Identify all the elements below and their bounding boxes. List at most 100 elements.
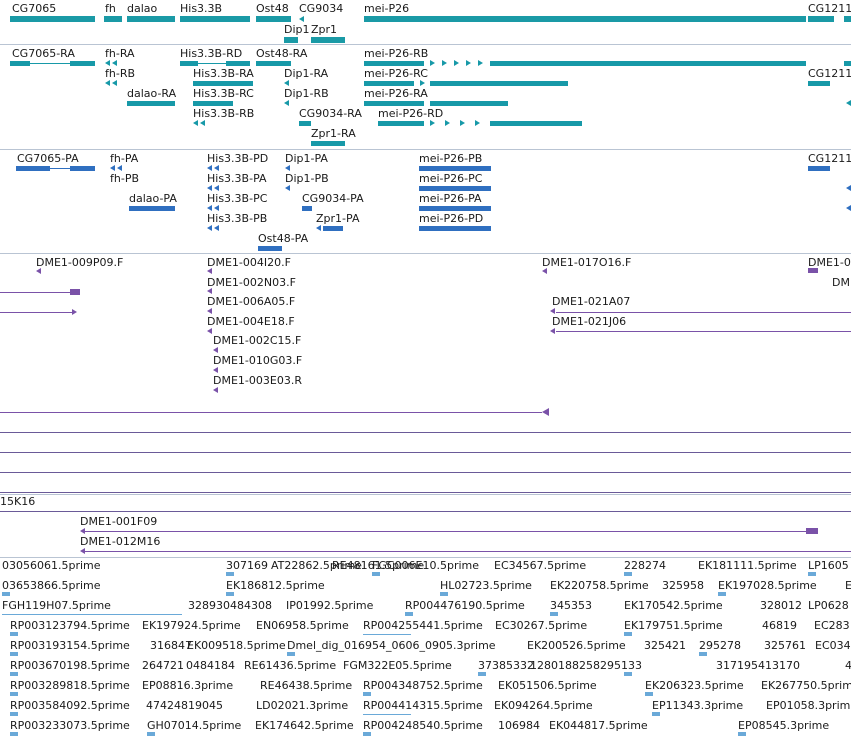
exon[interactable] <box>430 101 508 106</box>
clone-span[interactable] <box>0 312 72 313</box>
exon[interactable] <box>193 101 233 106</box>
est-label[interactable]: 328012 <box>760 599 802 612</box>
clone-label[interactable]: DME1-002C15.F <box>213 334 301 347</box>
est-feature[interactable] <box>652 712 660 716</box>
protein-feature[interactable] <box>214 225 219 231</box>
est-label[interactable]: EC34567.5prime <box>494 559 586 572</box>
est-label[interactable]: RP004476190.5prime <box>405 599 525 612</box>
protein-feature[interactable] <box>419 226 491 231</box>
clone-end[interactable] <box>550 328 555 334</box>
protein-label[interactable]: His3.3B-PA <box>207 172 267 185</box>
est-label[interactable]: EK044817.5prime <box>549 719 648 732</box>
est-label[interactable]: 325421 <box>644 639 686 652</box>
est-label[interactable]: EK267750.5prime <box>761 679 851 692</box>
protein-label[interactable]: fh-PA <box>110 152 138 165</box>
protein-feature[interactable] <box>207 225 212 231</box>
exon[interactable] <box>105 60 110 66</box>
protein-label[interactable]: dalao-PA <box>129 192 177 205</box>
clone-span[interactable] <box>0 292 72 293</box>
bac-span[interactable] <box>0 432 851 433</box>
est-label[interactable]: 264721 <box>142 659 184 672</box>
est-feature[interactable] <box>624 572 632 576</box>
gene-label[interactable]: Zpr1 <box>311 23 337 36</box>
est-label[interactable]: FGM322E05.5prime <box>343 659 452 672</box>
clone-end[interactable] <box>542 268 547 274</box>
protein-label[interactable]: CG7065-PA <box>17 152 79 165</box>
est-label[interactable]: 03653866.5prime <box>2 579 101 592</box>
est-label[interactable]: 228274 <box>624 559 666 572</box>
exon[interactable] <box>10 61 30 66</box>
clone-label[interactable]: DME1-002N03.F <box>207 276 296 289</box>
est-label[interactable]: GH07014.5prime <box>147 719 241 732</box>
gene-feature[interactable] <box>844 16 851 22</box>
clone-end[interactable] <box>213 347 218 353</box>
exon[interactable] <box>846 100 851 106</box>
est-label[interactable]: RP004248540.5prime <box>363 719 483 732</box>
clone-end[interactable] <box>550 308 555 314</box>
est-label[interactable]: 345353 <box>550 599 592 612</box>
exon[interactable] <box>364 101 424 106</box>
transcript-label[interactable]: mei-P26-RA <box>364 87 428 100</box>
transcript-label[interactable]: Dip1-RA <box>284 67 328 80</box>
protein-label[interactable]: mei-P26-PA <box>419 192 482 205</box>
exon[interactable] <box>430 81 568 86</box>
est-label[interactable]: EK094264.5prime <box>494 699 593 712</box>
est-label[interactable]: EK220758.5prime <box>550 579 649 592</box>
clone-end[interactable] <box>70 289 80 295</box>
est-feature[interactable] <box>10 732 18 736</box>
bac-span[interactable] <box>85 551 851 552</box>
est-label[interactable]: EK197028.5prime <box>718 579 817 592</box>
protein-label[interactable]: CG9034-PA <box>302 192 364 205</box>
protein-label[interactable]: Dip1-PA <box>285 152 328 165</box>
clone-label[interactable]: DME1-004E18.F <box>207 315 295 328</box>
est-feature[interactable] <box>550 612 558 616</box>
transcript-label[interactable]: mei-P26-RD <box>378 107 443 120</box>
est-label[interactable]: EN06958.5prime <box>256 619 349 632</box>
est-label[interactable]: EC30267.5prime <box>495 619 587 632</box>
est-label[interactable]: Dmel_dig_016954_0606_0905.3prime <box>287 639 496 652</box>
clone-label[interactable]: DME1-017O16.F <box>542 256 631 269</box>
exon[interactable] <box>105 80 110 86</box>
protein-feature[interactable] <box>419 206 491 211</box>
est-label[interactable]: EP11343.3prime <box>652 699 743 712</box>
est-label[interactable]: 106984 <box>498 719 540 732</box>
est-label[interactable]: 307169 <box>226 559 268 572</box>
est-label[interactable]: RP004348752.5prime <box>363 679 483 692</box>
est-label[interactable]: LP1605 <box>808 559 849 572</box>
est-label[interactable]: EK197924.5prime <box>142 619 241 632</box>
protein-feature[interactable] <box>214 185 219 191</box>
intron[interactable] <box>198 63 226 64</box>
est-label[interactable]: RP003233073.5prime <box>10 719 130 732</box>
est-feature[interactable] <box>624 632 632 636</box>
protein-label[interactable]: mei-P26-PC <box>419 172 482 185</box>
est-feature[interactable] <box>287 652 295 656</box>
est-label[interactable]: RE46438.5prime <box>260 679 352 692</box>
protein-feature[interactable] <box>207 205 212 211</box>
est-label[interactable]: IP01992.5prime <box>286 599 373 612</box>
protein-feature[interactable] <box>846 205 851 211</box>
est-feature[interactable] <box>2 592 10 596</box>
est-label[interactable]: 46819 <box>762 619 797 632</box>
est-label[interactable]: RE61436.5prime <box>244 659 336 672</box>
est-feature[interactable] <box>478 672 486 676</box>
transcript-label[interactable]: Dip1-RB <box>284 87 329 100</box>
gene-label[interactable]: fh <box>105 2 116 15</box>
est-label[interactable]: RP003193154.5prime <box>10 639 130 652</box>
est-label[interactable]: EK200526.5prime <box>527 639 626 652</box>
protein-feature[interactable] <box>129 206 175 211</box>
est-feature[interactable] <box>624 672 632 676</box>
exon[interactable] <box>442 60 447 66</box>
gene-feature[interactable] <box>284 37 298 43</box>
clone-label[interactable]: DME1-009P09.F <box>36 256 123 269</box>
exon[interactable] <box>490 121 582 126</box>
protein-feature[interactable] <box>258 246 282 251</box>
est-feature[interactable] <box>363 634 411 635</box>
est-label[interactable]: EC034 <box>815 639 851 652</box>
est-label[interactable]: EK206323.5prime <box>645 679 744 692</box>
exon[interactable] <box>466 60 471 66</box>
est-feature[interactable] <box>372 572 380 576</box>
est-feature[interactable] <box>226 572 234 576</box>
clone-end[interactable] <box>207 328 212 334</box>
est-label[interactable]: EK181111.5prime <box>698 559 797 572</box>
transcript-label[interactable]: dalao-RA <box>127 87 176 100</box>
